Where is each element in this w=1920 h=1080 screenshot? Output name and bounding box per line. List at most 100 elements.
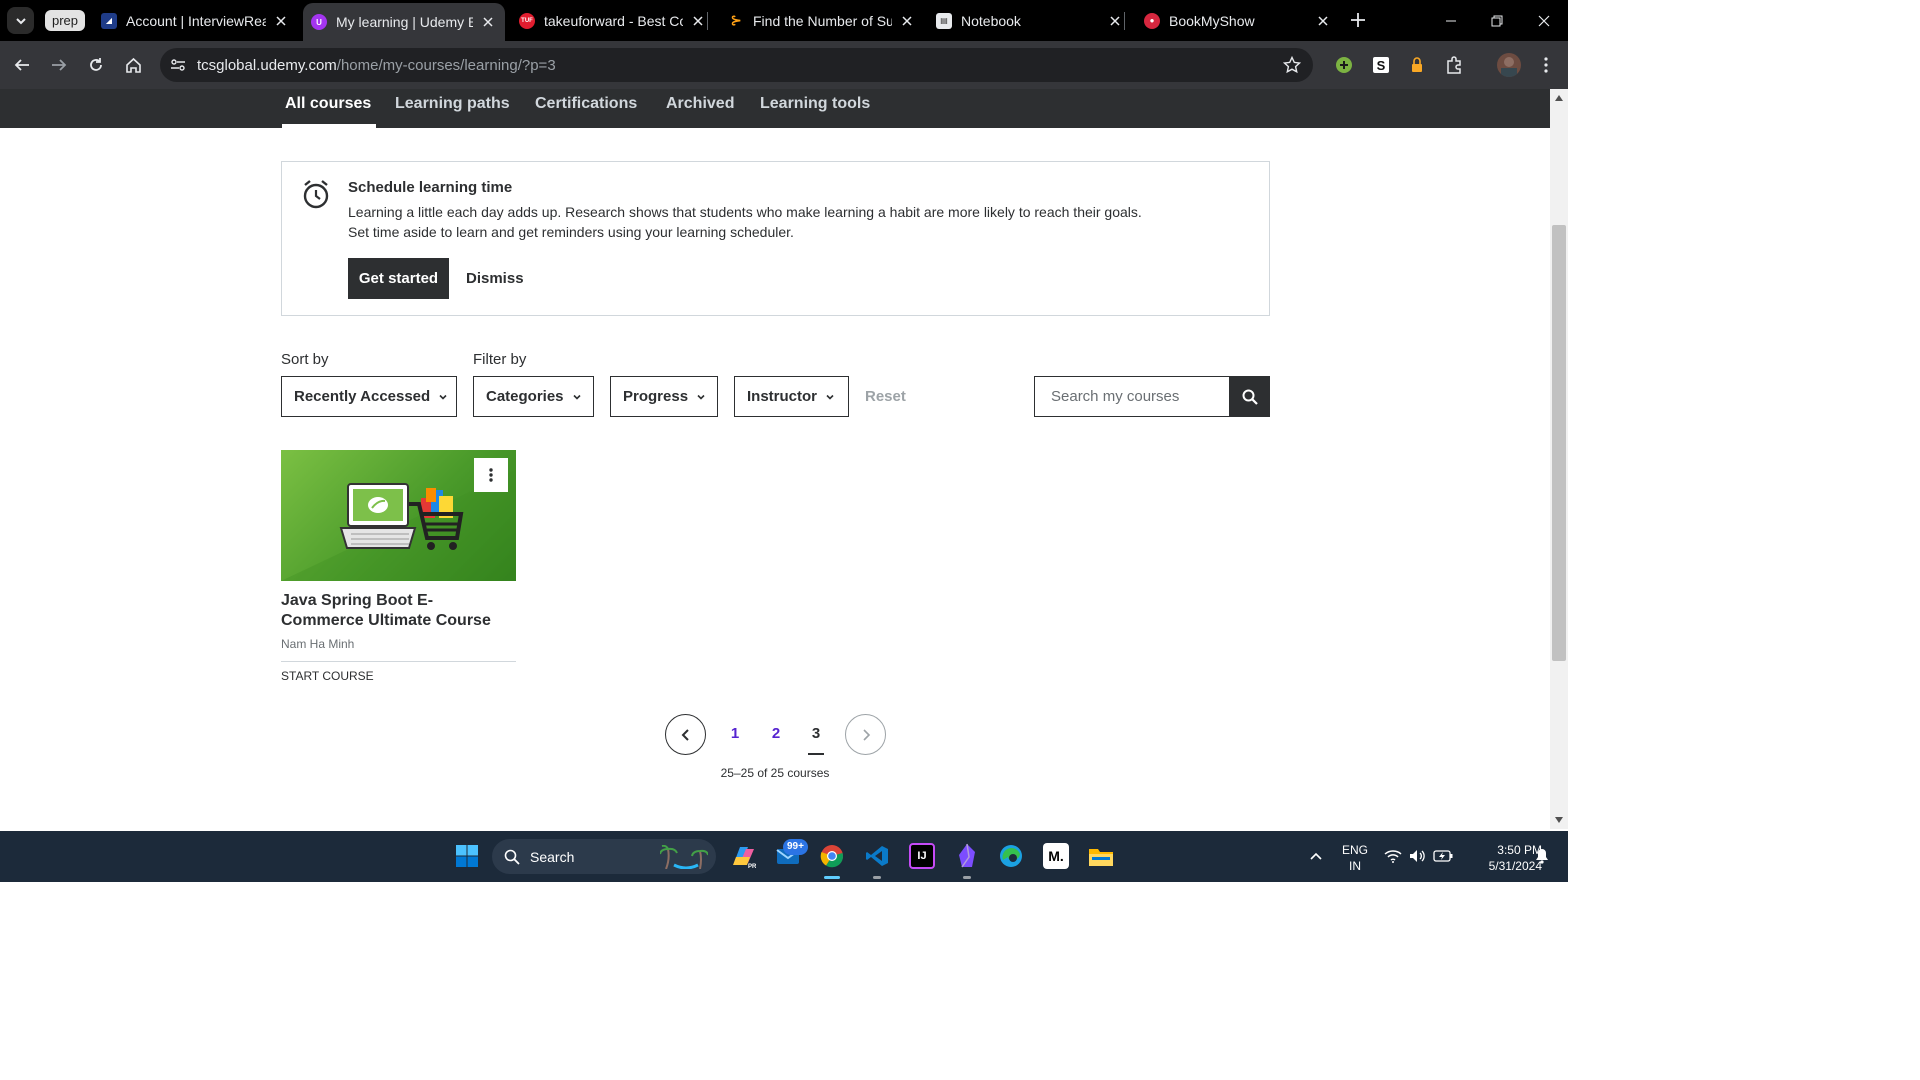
bookmark-star-icon[interactable] [1282,55,1302,78]
close-window-button[interactable] [1521,0,1567,41]
restore-icon [1491,15,1503,26]
minimize-button[interactable] [1428,0,1474,41]
new-tab-button[interactable] [1349,11,1367,34]
browser-tab-bookmyshow[interactable]: ● BookMyShow [1144,0,1332,41]
page-link-2[interactable]: 2 [766,725,786,742]
tab-group-label[interactable]: prep [45,10,86,31]
browser-tab-leetcode[interactable]: ⊱ Find the Number of Subarrays [728,0,916,41]
page-scrollbar[interactable] [1550,89,1568,829]
course-thumbnail[interactable] [281,450,516,581]
page-link-1[interactable]: 1 [725,725,745,742]
course-card[interactable]: Java Spring Boot E- Commerce Ultimate Co… [281,450,516,683]
restore-button[interactable] [1474,0,1520,41]
close-tab-icon[interactable] [272,12,290,30]
close-tab-icon[interactable] [898,12,916,30]
tab-title: Find the Number of Subarrays [753,12,892,29]
udemy-icon: U [311,14,327,30]
edge-icon[interactable] [998,843,1024,869]
tab-learning-paths[interactable]: Learning paths [395,95,510,128]
close-icon [1538,15,1550,26]
next-page-button[interactable] [845,714,886,755]
course-title[interactable]: Java Spring Boot E- Commerce Ultimate Co… [281,591,516,631]
page-link-3-current[interactable]: 3 [806,725,826,755]
wifi-icon[interactable] [1380,843,1406,869]
file-explorer-icon[interactable] [1088,843,1114,869]
search-icon [504,849,520,865]
reset-filters-button[interactable]: Reset [865,388,906,405]
battery-charging-icon[interactable] [1430,843,1456,869]
close-tab-icon[interactable] [1106,12,1124,30]
taskbar-search-box[interactable]: Search [492,839,716,874]
forward-button[interactable] [47,53,71,77]
tab-separator [707,12,708,30]
vscode-icon[interactable] [864,843,890,869]
tab-archived[interactable]: Archived [666,95,734,128]
tab-learning-tools[interactable]: Learning tools [760,95,870,128]
scroll-down-arrow-icon[interactable] [1554,815,1564,825]
progress-filter-label: Progress [623,388,689,405]
arrow-left-icon [14,59,29,71]
course-options-button[interactable] [474,458,508,492]
extension-green-plus-icon[interactable] [1333,54,1355,76]
windows-start-icon[interactable] [454,843,480,869]
url-path: /home/my-courses/learning/?p=3 [336,56,556,74]
address-bar[interactable]: tcsglobal.udemy.com/home/my-courses/lear… [160,48,1313,82]
tab-title: BookMyShow [1169,12,1255,29]
profile-avatar[interactable] [1497,53,1521,77]
tab-certifications[interactable]: Certifications [535,95,637,128]
extension-lock-icon[interactable] [1406,54,1428,76]
kebab-menu-icon [489,468,493,482]
notification-bell-icon[interactable] [1529,843,1555,869]
show-hidden-icons-chevron-up-icon[interactable] [1303,843,1329,869]
input-language-indicator[interactable]: ENG IN [1336,842,1374,874]
close-tab-icon[interactable] [479,13,497,31]
progress-filter-dropdown[interactable]: Progress [610,376,718,417]
obsidian-running-indicator [963,876,971,879]
extension-s-icon[interactable]: S [1370,54,1392,76]
bookmyshow-icon: ● [1144,12,1160,29]
banner-description-line1: Learning a little each day adds up. Rese… [348,204,1142,220]
copilot-pre-icon[interactable]: PRE [730,843,756,869]
close-tab-icon[interactable] [689,12,707,30]
scroll-up-arrow-icon[interactable] [1554,93,1564,103]
categories-filter-dropdown[interactable]: Categories [473,376,594,417]
schedule-learning-banner: Schedule learning time Learning a little… [281,161,1270,316]
site-settings-icon[interactable] [170,57,186,77]
scrollbar-thumb[interactable] [1552,225,1566,661]
leetcode-icon: ⊱ [730,12,742,28]
course-instructor: Nam Ha Minh [281,637,355,651]
previous-page-button[interactable] [665,714,706,755]
palm-trees-widget-icon [659,844,709,872]
tab-all-courses[interactable]: All courses [281,95,377,128]
search-submit-button[interactable] [1229,376,1270,417]
start-course-link[interactable]: START COURSE [281,669,516,683]
pagination-summary: 25–25 of 25 courses [720,766,830,780]
browser-tab-notebook[interactable]: ▤ Notebook [936,0,1125,41]
vscode-running-indicator [873,876,881,879]
dismiss-button[interactable]: Dismiss [466,258,524,299]
browser-tab-takeuforward[interactable]: TUF takeuforward - Best Coding [519,0,708,41]
browser-tab-udemy[interactable]: U My learning | Udemy Business [303,3,505,41]
obsidian-icon[interactable] [954,843,980,869]
home-button[interactable] [121,53,145,77]
takeuforward-icon: TUF [519,12,535,29]
filter-by-label: Filter by [473,351,527,368]
sort-dropdown[interactable]: Recently Accessed [281,376,457,417]
search-my-courses-input[interactable] [1034,376,1229,417]
search-icon [1242,389,1258,405]
browser-tab-interviewready[interactable]: ◢ Account | InterviewReady [101,0,293,41]
get-started-button[interactable]: Get started [348,258,449,299]
kebab-menu-icon [1544,57,1548,73]
volume-icon[interactable] [1405,843,1431,869]
browser-menu-button[interactable] [1535,54,1557,76]
instructor-filter-dropdown[interactable]: Instructor [734,376,849,417]
medium-icon[interactable]: M. [1043,843,1069,869]
home-icon [125,57,141,73]
chrome-icon[interactable] [819,843,845,869]
tab-search-button[interactable] [7,7,34,34]
reload-button[interactable] [84,53,108,77]
close-tab-icon[interactable] [1314,12,1332,30]
intellij-icon[interactable]: IJ [909,843,935,869]
extensions-puzzle-icon[interactable] [1443,54,1465,76]
back-button[interactable] [10,53,34,77]
